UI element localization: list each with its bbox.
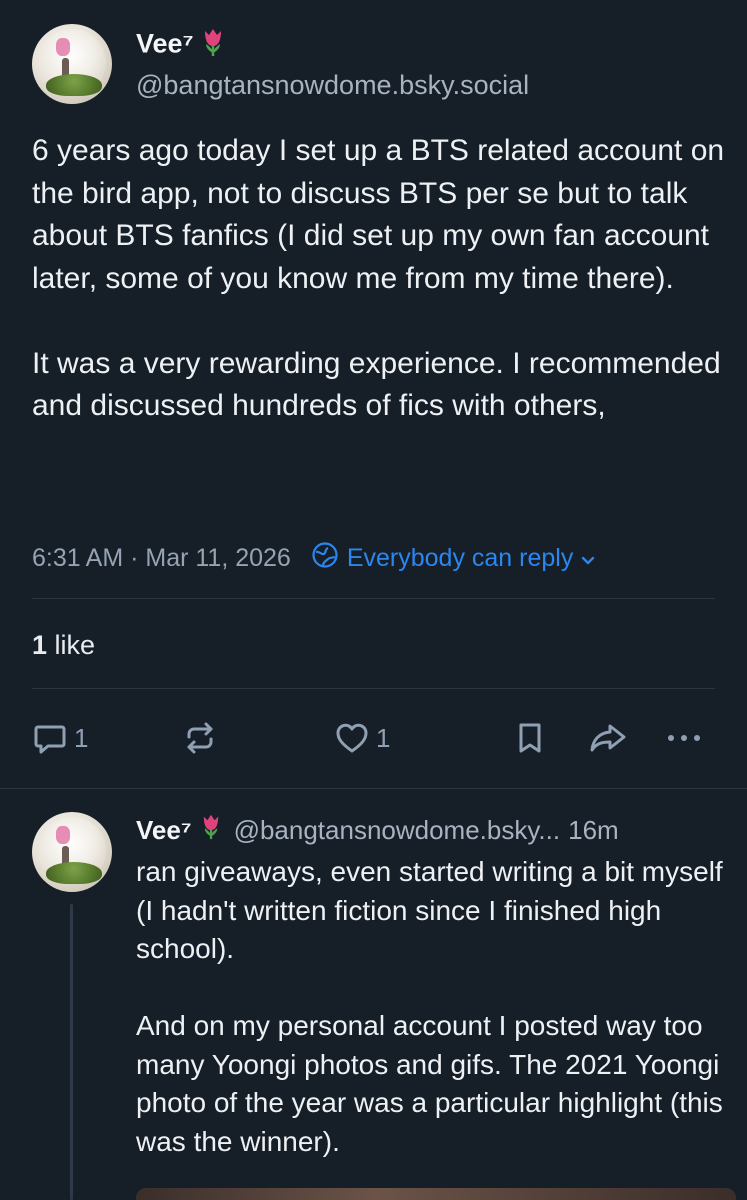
reply-paragraph: ran giveaways, even started writing a bi…	[136, 856, 723, 964]
reply-count: 1	[74, 722, 89, 753]
likes-count: 1	[32, 630, 48, 660]
avatar[interactable]	[32, 812, 112, 892]
author-display-name: Vee⁷	[136, 28, 194, 59]
reply-author-display-name[interactable]: Vee⁷	[136, 815, 192, 846]
repost-icon	[182, 720, 218, 756]
author-handle[interactable]: @bangtansnowdome.bsky.social	[136, 70, 529, 101]
like-button[interactable]: 1	[334, 720, 390, 756]
heart-icon	[334, 720, 370, 756]
post-author[interactable]: Vee⁷	[136, 27, 225, 64]
likes-label: like	[54, 630, 96, 660]
like-count: 1	[376, 722, 391, 753]
tulip-icon	[200, 813, 222, 847]
reply-setting-label: Everybody can reply	[346, 544, 574, 572]
bookmark-button[interactable]	[512, 720, 548, 756]
post-actions: 1 1	[0, 712, 747, 768]
post-timestamp: 6:31 AM · Mar 11, 2026	[32, 544, 291, 572]
post-body: 6 years ago today I set up a BTS related…	[32, 130, 732, 470]
post-paragraph: 6 years ago today I set up a BTS related…	[32, 134, 725, 295]
post-paragraph: It was a very rewarding experience. I re…	[32, 346, 721, 423]
reply-header: Vee⁷ @bangtansnowdome.bsky... 16m	[136, 813, 619, 847]
chevron-down-icon	[581, 544, 603, 573]
share-icon	[588, 720, 628, 756]
bookmark-icon	[512, 720, 548, 756]
reply-author-handle[interactable]: @bangtansnowdome.bsky...	[234, 815, 561, 846]
post-meta: 6:31 AM · Mar 11, 2026 Everybody can rep…	[32, 541, 603, 576]
reply-button[interactable]: 1	[32, 720, 88, 756]
divider	[32, 598, 715, 599]
globe-icon	[311, 541, 347, 576]
likes-summary[interactable]: 1 like	[32, 630, 95, 661]
reply-setting-button[interactable]: Everybody can reply	[311, 541, 604, 576]
reply-icon	[32, 720, 68, 756]
thread-line	[70, 904, 73, 1200]
divider	[32, 688, 715, 689]
reply-body: ran giveaways, even started writing a bi…	[136, 853, 726, 1200]
more-icon	[664, 720, 704, 756]
reply-image[interactable]	[136, 1188, 736, 1200]
more-options-button[interactable]	[664, 720, 704, 756]
repost-button[interactable]	[182, 720, 218, 756]
reply-timestamp: 16m	[568, 814, 619, 845]
avatar[interactable]	[32, 24, 112, 104]
reply-paragraph: And on my personal account I posted way …	[136, 1010, 723, 1157]
share-button[interactable]	[588, 720, 628, 756]
tulip-icon	[201, 27, 225, 64]
divider	[0, 788, 747, 789]
